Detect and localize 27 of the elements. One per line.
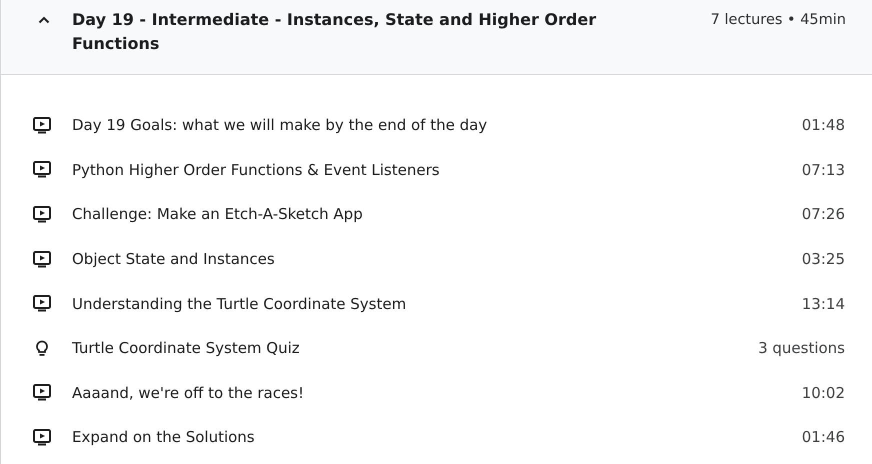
lecture-duration: 10:02 [802, 384, 845, 402]
section-header[interactable]: Day 19 - Intermediate - Instances, State and Higher Order Functions 7 lectures • 45min [1, 0, 872, 75]
lecture-duration: 3 questions [758, 339, 845, 358]
lecture-duration: 03:25 [802, 250, 845, 268]
lecture-title[interactable]: Object State and Instances [72, 250, 275, 268]
video-icon [33, 428, 51, 446]
lecture-duration: 07:26 [802, 205, 845, 224]
lecture-duration: 01:48 [802, 116, 845, 134]
section-meta: 7 lectures • 45min [710, 11, 846, 30]
video-icon [33, 384, 51, 402]
video-icon [33, 116, 51, 134]
lecture-title[interactable]: Aaaand, we're off to the races! [72, 384, 304, 402]
video-icon [33, 250, 51, 268]
lecture-title[interactable]: Understanding the Turtle Coordinate System [72, 294, 406, 313]
lecture-title[interactable]: Challenge: Make an Etch-A-Sketch App [72, 205, 363, 224]
lecture-title[interactable]: Expand on the Solutions [72, 428, 255, 446]
video-icon [33, 206, 51, 223]
lecture-duration: 01:46 [802, 428, 845, 446]
lecture-title[interactable]: Python Higher Order Functions & Event Listeners [72, 160, 440, 179]
lecture-title[interactable]: Day 19 Goals: what we will make by the end of the day [72, 116, 488, 134]
lightbulb-icon [33, 340, 51, 357]
lecture-title[interactable]: Turtle Coordinate System Quiz [72, 339, 300, 358]
video-icon [33, 295, 51, 312]
lecture-duration: 13:14 [802, 294, 845, 313]
lecture-duration: 07:13 [802, 160, 845, 179]
video-icon [33, 161, 51, 178]
section-title: Day 19 - Intermediate - Instances, State and Higher Order Functions [72, 9, 598, 55]
